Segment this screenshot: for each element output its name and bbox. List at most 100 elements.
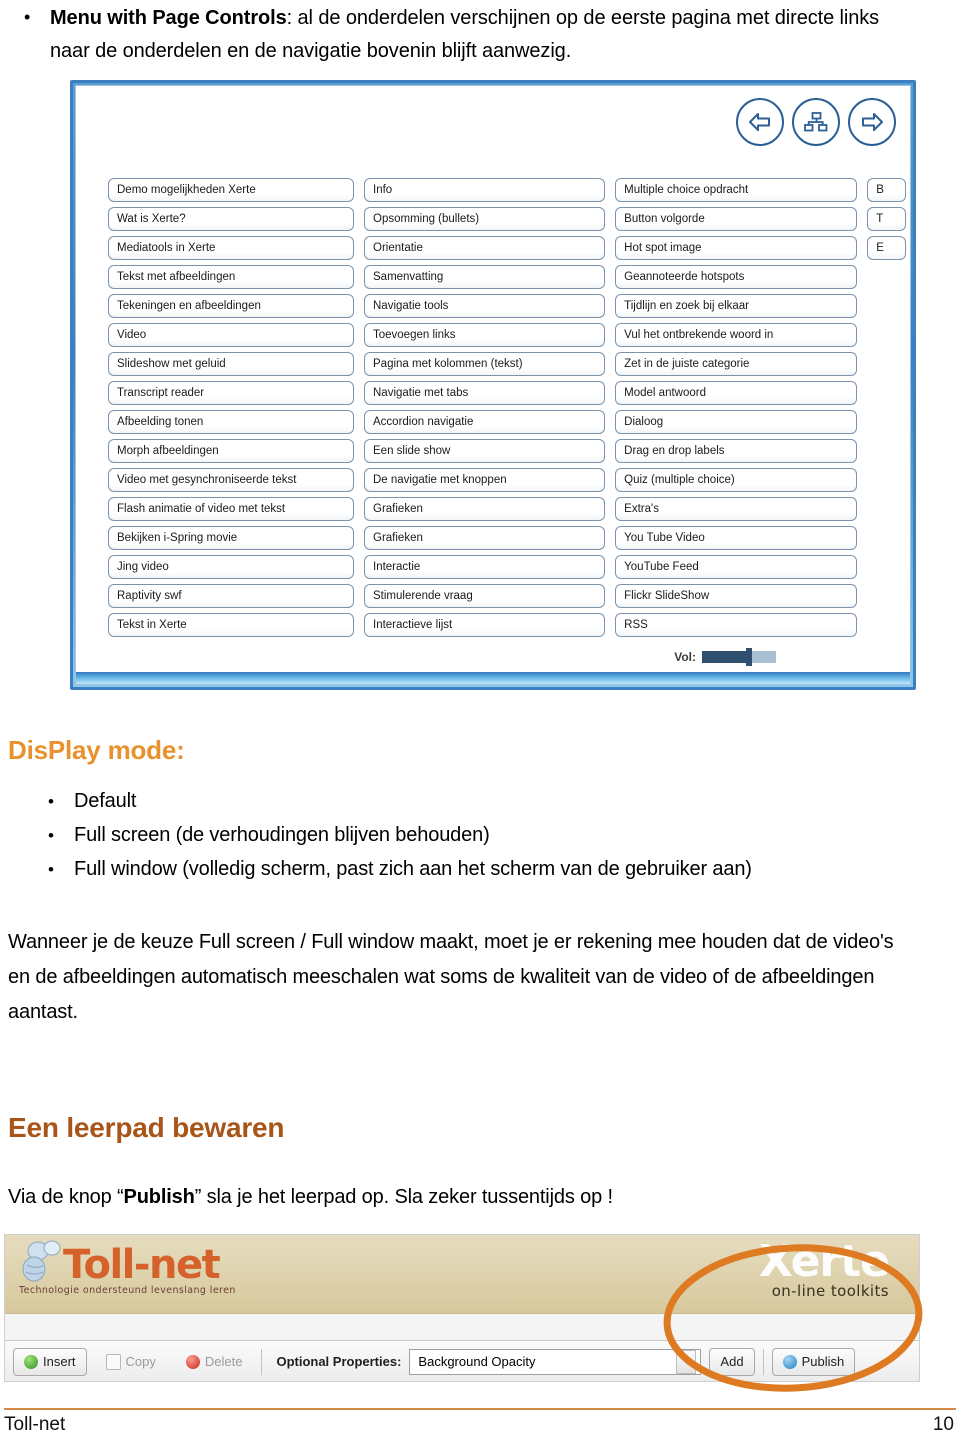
menu-item[interactable]: Video <box>108 323 354 347</box>
menu-item[interactable]: De navigatie met knoppen <box>364 468 606 492</box>
menu-item[interactable]: Multiple choice opdracht <box>615 178 858 202</box>
menu-item[interactable]: Quiz (multiple choice) <box>615 468 858 492</box>
menu-item[interactable]: You Tube Video <box>615 526 858 550</box>
menu-item[interactable]: Navigatie met tabs <box>364 381 606 405</box>
menu-item[interactable]: Tekst met afbeeldingen <box>108 265 354 289</box>
display-mode-heading: DisPlay mode: <box>8 735 185 765</box>
list-item-label: Default <box>74 790 137 812</box>
optional-properties-label: Optional Properties: <box>276 1354 402 1369</box>
page-footer: Toll-net 10 <box>4 1414 954 1436</box>
volume-slider-track[interactable] <box>702 648 776 666</box>
menu-item[interactable]: Info <box>364 178 606 202</box>
menu-item[interactable]: Dialoog <box>615 410 858 434</box>
menu-item[interactable]: Flash animatie of video met tekst <box>108 497 354 521</box>
publish-button[interactable]: Publish <box>771 1347 856 1376</box>
menu-item[interactable]: Pagina met kolommen (tekst) <box>364 352 606 376</box>
list-item: • Full window (volledig scherm, past zic… <box>48 854 752 885</box>
menu-item[interactable]: Geannoteerde hotspots <box>615 265 858 289</box>
menu-column-3: Multiple choice opdracht Button volgorde… <box>615 178 858 637</box>
menu-item[interactable]: RSS <box>615 613 858 637</box>
menu-item[interactable]: Tekst in Xerte <box>108 613 354 637</box>
menu-grid-icon[interactable] <box>792 98 840 146</box>
player-nav-icons <box>736 98 896 146</box>
menu-item[interactable]: Orientatie <box>364 236 606 260</box>
xerte-wordmark: Xerte <box>758 1236 890 1287</box>
menu-item[interactable]: Wat is Xerte? <box>108 207 354 231</box>
optional-properties-select[interactable]: Background Opacity ▼ <box>409 1348 702 1375</box>
list-item-label: Full window (volledig scherm, past zich … <box>74 858 752 880</box>
menu-column-2: Info Opsomming (bullets) Orientatie Same… <box>364 178 606 637</box>
publish-keyword: Publish <box>123 1186 195 1208</box>
menu-item[interactable]: Opsomming (bullets) <box>364 207 606 231</box>
save-text-before: Via de knop “ <box>8 1186 124 1208</box>
delete-button[interactable]: Delete <box>175 1348 254 1376</box>
tollnet-wordmark: Toll-net <box>63 1242 221 1288</box>
note-paragraph: Wanneer je de keuze Full screen / Full w… <box>8 931 894 1023</box>
menu-item[interactable]: Interactie <box>364 555 606 579</box>
menu-item[interactable]: Afbeelding tonen <box>108 410 354 434</box>
bullet-marker-icon: • <box>48 860 54 879</box>
tollnet-logo: Toll-net Technologie ondersteund levensl… <box>19 1243 236 1296</box>
menu-item[interactable]: Flickr SlideShow <box>615 584 858 608</box>
xerte-tagline: on-line toolkits <box>771 1282 889 1300</box>
tollnet-tagline: Technologie ondersteund levenslang leren <box>19 1285 236 1296</box>
menu-item[interactable]: Extra's <box>615 497 858 521</box>
menu-item[interactable]: E <box>867 236 907 260</box>
bullet-marker-icon: • <box>24 7 31 27</box>
menu-item[interactable]: Raptivity swf <box>108 584 354 608</box>
menu-item[interactable]: Jing video <box>108 555 354 579</box>
volume-slider-thumb[interactable] <box>746 648 752 666</box>
menu-item[interactable]: Stimulerende vraag <box>364 584 606 608</box>
menu-item[interactable]: Tekeningen en afbeeldingen <box>108 294 354 318</box>
menu-item[interactable]: Zet in de juiste categorie <box>615 352 858 376</box>
document-page: • Menu with Page Controls: al de onderde… <box>0 0 960 1450</box>
display-mode-list: • Default • Full screen (de verhoudingen… <box>48 786 752 888</box>
delete-button-label: Delete <box>204 1354 243 1369</box>
menu-item[interactable]: Accordion navigatie <box>364 410 606 434</box>
menu-item[interactable]: Toevoegen links <box>364 323 606 347</box>
bullet-marker-icon: • <box>48 826 54 845</box>
publish-button-label: Publish <box>801 1354 845 1369</box>
menu-item[interactable]: Slideshow met geluid <box>108 352 354 376</box>
menu-item[interactable]: Bekijken i-Spring movie <box>108 526 354 550</box>
copy-pages-icon <box>105 1353 121 1370</box>
menu-item[interactable]: Tijdlijn en zoek bij elkaar <box>615 294 858 318</box>
menu-item[interactable]: Demo mogelijkheden Xerte <box>108 178 354 202</box>
add-button[interactable]: Add <box>709 1347 755 1376</box>
save-text-after: ” sla je het leerpad op. Sla zeker tusse… <box>194 1186 613 1208</box>
menu-item[interactable]: Vul het ontbrekende woord in <box>615 323 858 347</box>
optional-properties-value: Background Opacity <box>418 1354 536 1369</box>
insert-button[interactable]: Insert <box>13 1347 87 1376</box>
menu-item[interactable]: Drag en drop labels <box>615 439 858 463</box>
menu-item[interactable]: Button volgorde <box>615 207 858 231</box>
menu-item[interactable]: Samenvatting <box>364 265 606 289</box>
menu-item[interactable]: Hot spot image <box>615 236 858 260</box>
menu-item[interactable]: Grafieken <box>364 526 606 550</box>
menu-item[interactable]: Mediatools in Xerte <box>108 236 354 260</box>
add-button-label: Add <box>720 1354 744 1369</box>
copy-button[interactable]: Copy <box>95 1348 167 1376</box>
menu-column-4-clipped: B T E <box>867 178 907 637</box>
volume-control[interactable]: Vol: <box>674 648 776 666</box>
list-item-label: Full screen (de verhoudingen blijven beh… <box>74 824 490 846</box>
xerte-editor-screenshot: Toll-net Technologie ondersteund levensl… <box>4 1234 920 1382</box>
menu-item[interactable]: Model antwoord <box>615 381 858 405</box>
menu-item[interactable]: T <box>867 207 907 231</box>
menu-item[interactable]: Interactieve lijst <box>364 613 606 637</box>
player-menu-columns: Demo mogelijkheden Xerte Wat is Xerte? M… <box>108 178 907 637</box>
menu-item[interactable]: Grafieken <box>364 497 606 521</box>
forward-arrow-icon[interactable] <box>848 98 896 146</box>
bullet-marker-icon: • <box>48 792 54 811</box>
globe-icon <box>782 1354 797 1369</box>
chevron-down-icon[interactable]: ▼ <box>676 1349 697 1374</box>
menu-item[interactable]: Een slide show <box>364 439 606 463</box>
player-bottom-bar <box>76 672 910 684</box>
menu-item[interactable]: Morph afbeeldingen <box>108 439 354 463</box>
menu-item[interactable]: YouTube Feed <box>615 555 858 579</box>
menu-item[interactable]: Navigatie tools <box>364 294 606 318</box>
editor-toolbar: Insert Copy Delete Optional Properties: … <box>5 1341 919 1381</box>
menu-item[interactable]: B <box>867 178 907 202</box>
back-arrow-icon[interactable] <box>736 98 784 146</box>
menu-item[interactable]: Video met gesynchroniseerde tekst <box>108 468 354 492</box>
menu-item[interactable]: Transcript reader <box>108 381 354 405</box>
